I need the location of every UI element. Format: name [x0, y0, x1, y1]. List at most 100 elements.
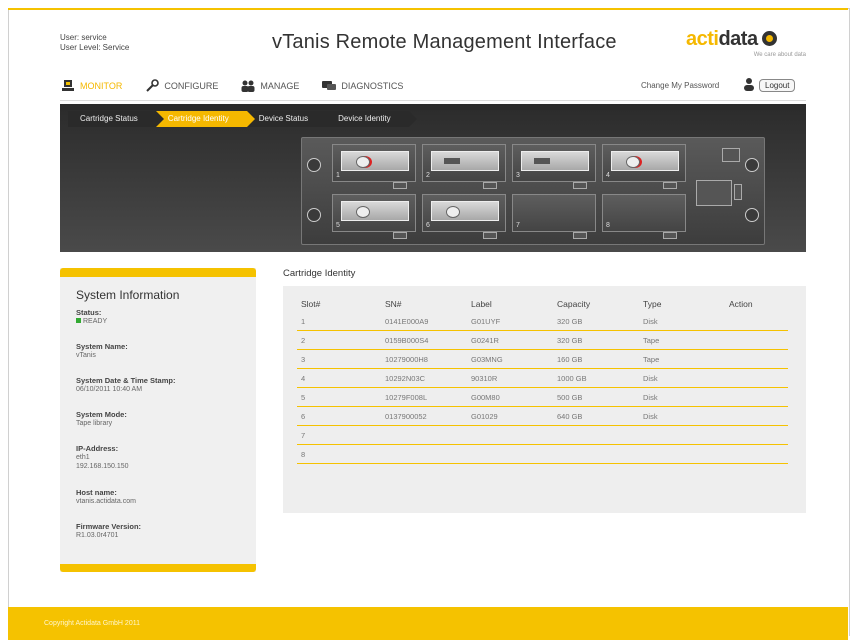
- monitor-icon: [60, 78, 76, 94]
- table-cell: 320 GB: [553, 330, 639, 350]
- nav-diagnostics[interactable]: DIAGNOSTICS: [321, 78, 403, 94]
- table-cell: [725, 387, 788, 407]
- tab-cartridge-status[interactable]: Cartridge Status: [68, 111, 164, 127]
- datetime-info: System Date & Time Stamp: 06/10/2011 10:…: [76, 376, 176, 393]
- status-badge: READY: [83, 318, 108, 325]
- slot-7[interactable]: 7: [512, 194, 596, 239]
- col-sn: SN#: [385, 298, 402, 309]
- copyright-text: Copyright Actidata GmbH 2011: [44, 620, 140, 627]
- table-row[interactable]: 2 0159B000S4 G0241R 320 GB Tape: [297, 330, 788, 350]
- slot-4[interactable]: 4: [602, 144, 686, 189]
- table-cell: [725, 406, 788, 426]
- table-cell: [725, 330, 788, 350]
- nav-manage[interactable]: MANAGE: [240, 78, 299, 94]
- tab-device-status[interactable]: Device Status: [246, 111, 335, 127]
- panel-accent-top: [60, 268, 256, 277]
- table-cell: 10292N03C: [381, 368, 467, 388]
- top-accent-line: [8, 8, 848, 10]
- user-info: User: service User Level: Service: [60, 33, 129, 53]
- table-cell: 320 GB: [553, 312, 639, 331]
- status-ok-icon: [76, 318, 81, 323]
- col-action: Action: [729, 298, 753, 309]
- chat-icon: [321, 78, 337, 94]
- col-capacity: Capacity: [557, 298, 591, 309]
- page-title: vTanis Remote Management Interface: [272, 31, 617, 53]
- cartridge: [431, 201, 499, 221]
- slot-led: [483, 182, 497, 189]
- table-row[interactable]: 8: [297, 444, 788, 464]
- table-cell: G01029: [467, 406, 553, 426]
- system-info-panel: System Information Status: READY System …: [60, 268, 256, 572]
- user-icon: [742, 77, 756, 93]
- user-level: User Level: Service: [60, 43, 130, 52]
- tab-cartridge-identity[interactable]: Cartridge Identity: [155, 111, 255, 127]
- slot-led: [393, 182, 407, 189]
- col-slot: Slot#: [301, 298, 321, 309]
- tape-icon: [534, 158, 550, 164]
- table-row[interactable]: 7: [297, 425, 788, 445]
- table-cell: G00M80: [467, 387, 553, 407]
- table-row[interactable]: 3 10279000H8 G03MNG 160 GB Tape: [297, 349, 788, 369]
- slot-8[interactable]: 8: [602, 194, 686, 239]
- table-cell: 4: [297, 368, 381, 388]
- table-cell: [725, 368, 788, 388]
- table-cell: Tape: [639, 330, 725, 350]
- ip-address-info: IP-Address: eth1 192.168.150.150: [76, 444, 129, 470]
- table-cell: [639, 444, 725, 464]
- table-row[interactable]: 6 0137900052 G01029 640 GB Disk: [297, 406, 788, 426]
- table-cell: 0159B000S4: [381, 330, 467, 350]
- chassis-knob: [745, 208, 759, 222]
- table-cell: 2: [297, 330, 381, 350]
- slot-led: [483, 232, 497, 239]
- col-type: Type: [643, 298, 662, 309]
- slot-led: [573, 232, 587, 239]
- table-cell: Disk: [639, 368, 725, 388]
- logo-mark-icon: [761, 31, 777, 47]
- footer: Copyright Actidata GmbH 2011: [8, 607, 848, 640]
- table-cell: [381, 444, 467, 464]
- nav-monitor[interactable]: MONITOR: [60, 78, 122, 94]
- library-chassis: 1 2 3 4 5 6 7 8: [301, 137, 765, 245]
- cartridge: [431, 151, 499, 171]
- table-cell: [639, 425, 725, 445]
- tab-device-identity[interactable]: Device Identity: [326, 111, 418, 127]
- nav-configure[interactable]: CONFIGURE: [144, 78, 218, 94]
- table-cell: 10279F008L: [381, 387, 467, 407]
- slot-5[interactable]: 5: [332, 194, 416, 239]
- header-divider: [60, 100, 806, 101]
- table-cell: [725, 444, 788, 464]
- table-cell: 640 GB: [553, 406, 639, 426]
- table-cell: 7: [297, 425, 381, 445]
- slot-2[interactable]: 2: [422, 144, 506, 189]
- slot-led: [573, 182, 587, 189]
- host-name-info: Host name: vtanis.actidata.com: [76, 488, 136, 505]
- tape-icon: [444, 158, 460, 164]
- table-cell: 1000 GB: [553, 368, 639, 388]
- section-title: Cartridge Identity: [283, 268, 356, 279]
- slot-6[interactable]: 6: [422, 194, 506, 239]
- cartridge-table-panel: Slot# SN# Label Capacity Type Action 1 01…: [283, 286, 806, 513]
- table-cell: 5: [297, 387, 381, 407]
- table-cell: [553, 425, 639, 445]
- slot-led: [663, 182, 677, 189]
- change-password-link[interactable]: Change My Password: [641, 81, 719, 90]
- table-cell: G0241R: [467, 330, 553, 350]
- table-row[interactable]: 1 0141E000A9 G01UYF 320 GB Disk: [297, 312, 788, 331]
- system-info-title: System Information: [76, 288, 180, 302]
- drive-latch: [734, 184, 742, 200]
- table-cell: [553, 444, 639, 464]
- table-cell: Disk: [639, 312, 725, 331]
- table-row[interactable]: 4 10292N03C 90310R 1000 GB Disk: [297, 368, 788, 388]
- slot-3[interactable]: 3: [512, 144, 596, 189]
- chassis-knob: [745, 158, 759, 172]
- table-cell: [381, 425, 467, 445]
- col-label: Label: [471, 298, 492, 309]
- slot-1[interactable]: 1: [332, 144, 416, 189]
- logout-button[interactable]: Logout: [759, 78, 796, 92]
- table-cell: 1: [297, 312, 381, 331]
- logout-control[interactable]: Logout: [742, 77, 796, 93]
- table-cell: [725, 312, 788, 331]
- table-cell: 8: [297, 444, 381, 464]
- firmware-info: Firmware Version: R1.03.0r4701: [76, 522, 142, 539]
- table-row[interactable]: 5 10279F008L G00M80 500 GB Disk: [297, 387, 788, 407]
